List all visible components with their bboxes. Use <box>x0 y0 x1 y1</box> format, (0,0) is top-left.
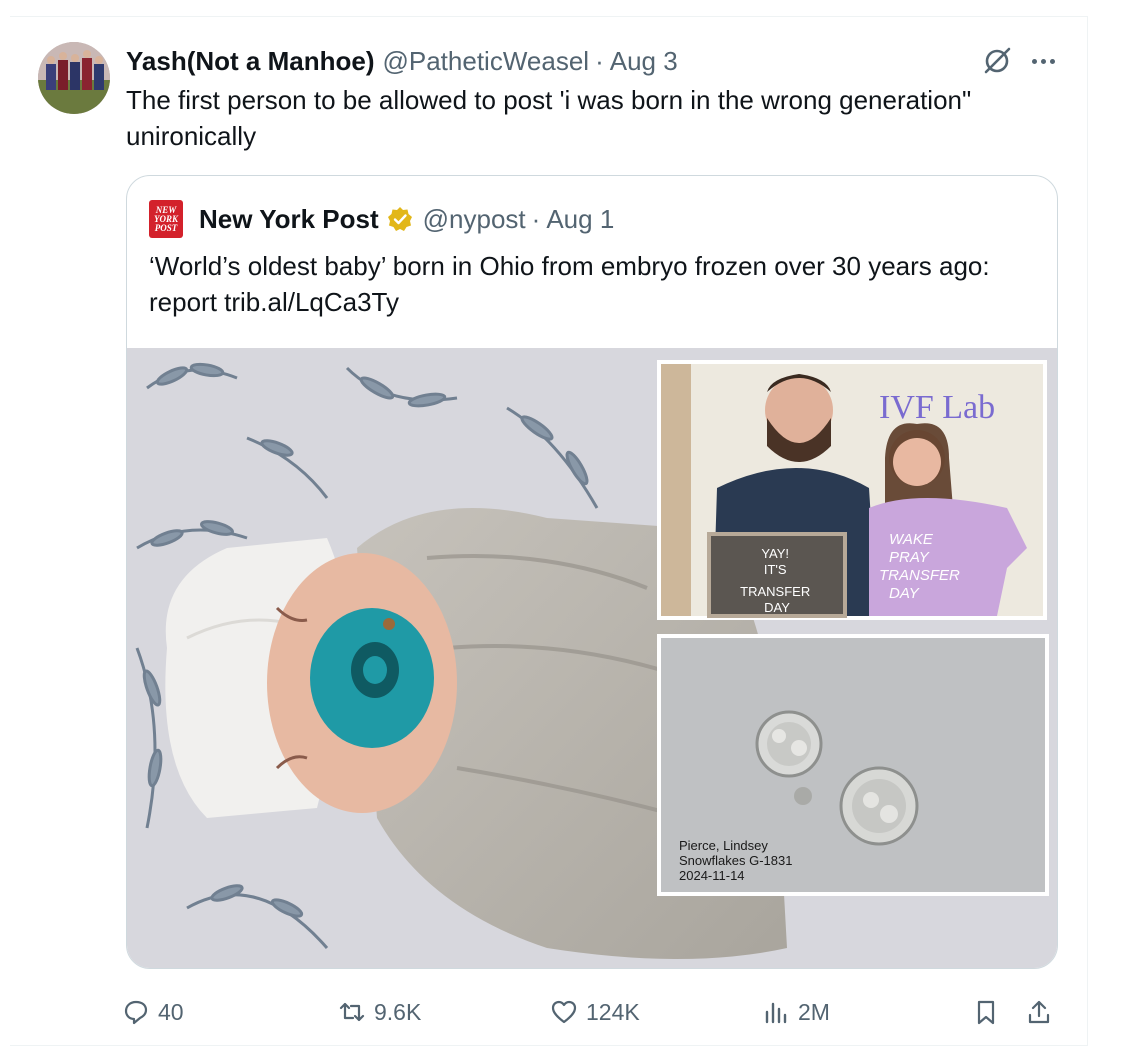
bookmark-button[interactable] <box>972 990 1008 1034</box>
quote-author-name[interactable]: New York Post <box>199 204 379 235</box>
tweet-header: Yash(Not a Manhoe) @PatheticWeasel · Aug… <box>126 44 1066 78</box>
tweet-date[interactable]: Aug 3 <box>610 46 678 77</box>
inset-couple-photo: IVF Lab WAKE PRAY TRANSFER DAY YAY! IT'S <box>657 360 1047 620</box>
avatar[interactable] <box>38 42 110 114</box>
repost-button[interactable]: 9.6K <box>338 990 421 1034</box>
author-name[interactable]: Yash(Not a Manhoe) <box>126 46 374 77</box>
quote-handle[interactable]: @nypost <box>423 204 526 235</box>
share-button[interactable] <box>1025 990 1061 1034</box>
like-count: 124K <box>586 998 640 1025</box>
author-handle[interactable]: @PatheticWeasel <box>382 46 589 77</box>
heart-icon <box>551 1000 577 1024</box>
logo-line: POST <box>154 223 178 233</box>
avatar-image <box>38 42 110 114</box>
repost-count: 9.6K <box>374 998 422 1025</box>
more-options-icon[interactable] <box>1026 44 1060 78</box>
like-button[interactable]: 124K <box>550 990 640 1034</box>
tweet-text: The first person to be allowed to post '… <box>126 85 972 151</box>
reply-icon <box>124 1000 148 1025</box>
views-count: 2M <box>798 998 830 1025</box>
action-bar: 40 9.6K 124K 2M <box>120 990 1065 1034</box>
share-icon <box>1028 1000 1050 1024</box>
wall-text: IVF Lab <box>879 389 995 426</box>
nypost-logo[interactable]: NEW YORK POST <box>149 200 183 238</box>
inset-microscope-photo: Pierce, Lindsey Snowflakes G-1831 2024-1… <box>657 634 1049 896</box>
reply-button[interactable]: 40 <box>122 990 184 1034</box>
grok-icon[interactable] <box>980 44 1014 78</box>
bookmark-icon <box>977 1000 995 1025</box>
quote-text: ‘World’s oldest baby’ born in Ohio from … <box>149 251 990 317</box>
repost-icon <box>339 1002 365 1022</box>
quote-image[interactable]: IVF Lab WAKE PRAY TRANSFER DAY YAY! IT'S <box>127 348 1058 969</box>
verified-badge-icon[interactable] <box>387 206 413 232</box>
views-button[interactable]: 2M <box>762 990 830 1034</box>
quote-separator: · <box>531 203 541 234</box>
header-separator: · <box>595 45 604 76</box>
quoted-tweet[interactable]: NEW YORK POST New York Post @nypost · Au… <box>126 175 1058 969</box>
views-icon <box>765 1002 787 1024</box>
quote-date[interactable]: Aug 1 <box>546 204 614 235</box>
quote-header: New York Post @nypost · Aug 1 <box>199 200 614 238</box>
reply-count: 40 <box>158 998 184 1025</box>
